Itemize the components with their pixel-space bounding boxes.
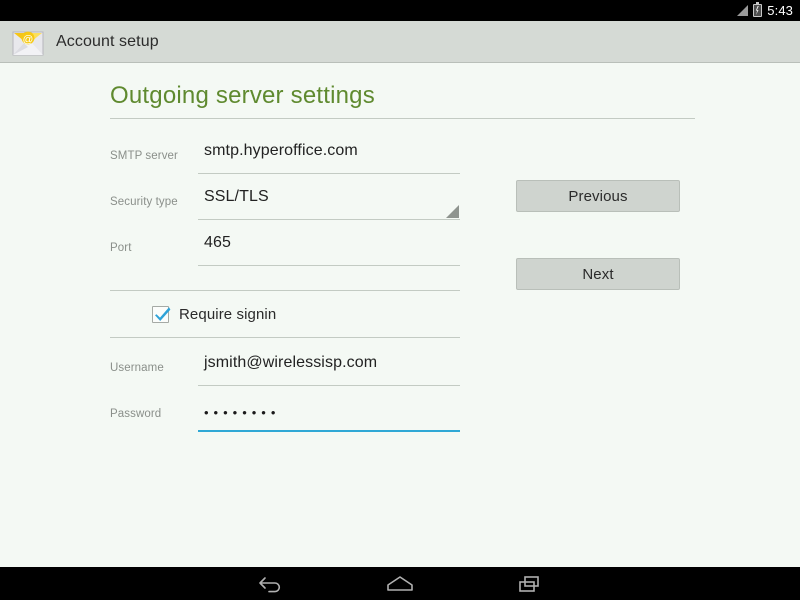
app-title: Account setup (56, 32, 159, 50)
field-row-username: Username jsmith@wirelessisp.com (110, 348, 460, 394)
require-signin-checkbox[interactable] (152, 305, 171, 323)
password-value: •••••••• (204, 405, 281, 420)
require-signin-label: Require signin (179, 305, 277, 323)
recents-icon[interactable] (509, 571, 551, 597)
status-bar: 5:43 (0, 0, 800, 21)
email-at-envelope-icon: @ (10, 26, 46, 58)
port-input[interactable]: 465 (198, 228, 460, 266)
port-value: 465 (204, 234, 231, 251)
back-icon[interactable] (249, 571, 291, 597)
username-label: Username (110, 362, 164, 374)
security-type-value: SSL/TLS (204, 188, 269, 205)
username-value: jsmith@wirelessisp.com (204, 354, 378, 371)
checkmark-icon (155, 306, 171, 321)
wizard-button-column: Previous Next (516, 180, 680, 290)
require-signin-row[interactable]: Require signin (110, 290, 460, 338)
password-label: Password (110, 408, 162, 420)
username-input[interactable]: jsmith@wirelessisp.com (198, 348, 460, 386)
security-type-label: Security type (110, 196, 178, 208)
battery-charging-icon (753, 2, 763, 17)
page-title: Outgoing server settings (110, 82, 375, 109)
field-row-password: Password •••••••• (110, 394, 460, 440)
smtp-server-label: SMTP server (110, 150, 178, 162)
smtp-server-input[interactable]: smtp.hyperoffice.com (198, 136, 460, 174)
dropdown-caret-icon (446, 205, 459, 218)
home-icon[interactable] (379, 571, 421, 597)
smtp-server-value: smtp.hyperoffice.com (204, 142, 358, 159)
field-row-port: Port 465 (110, 228, 460, 274)
port-label: Port (110, 242, 132, 254)
action-bar: @ Account setup (0, 21, 800, 63)
security-type-select[interactable]: SSL/TLS (198, 182, 460, 220)
password-input[interactable]: •••••••• (198, 394, 460, 432)
field-row-smtp-server: SMTP server smtp.hyperoffice.com (110, 136, 460, 182)
status-bar-icons: 5:43 (735, 2, 793, 18)
svg-text:@: @ (23, 33, 34, 45)
next-button[interactable]: Next (516, 258, 680, 290)
form-spacer (110, 338, 460, 348)
navigation-bar (0, 567, 800, 600)
outgoing-server-form: SMTP server smtp.hyperoffice.com Securit… (110, 136, 460, 440)
content-area: Outgoing server settings SMTP server smt… (0, 64, 800, 567)
previous-button[interactable]: Previous (516, 180, 680, 212)
status-bar-clock: 5:43 (767, 3, 793, 18)
page-heading: Outgoing server settings (110, 82, 695, 119)
android-screen: 5:43 @ Account setup Outgoing server set… (0, 0, 800, 600)
signal-icon (735, 5, 749, 16)
field-row-security-type: Security type SSL/TLS (110, 182, 460, 228)
